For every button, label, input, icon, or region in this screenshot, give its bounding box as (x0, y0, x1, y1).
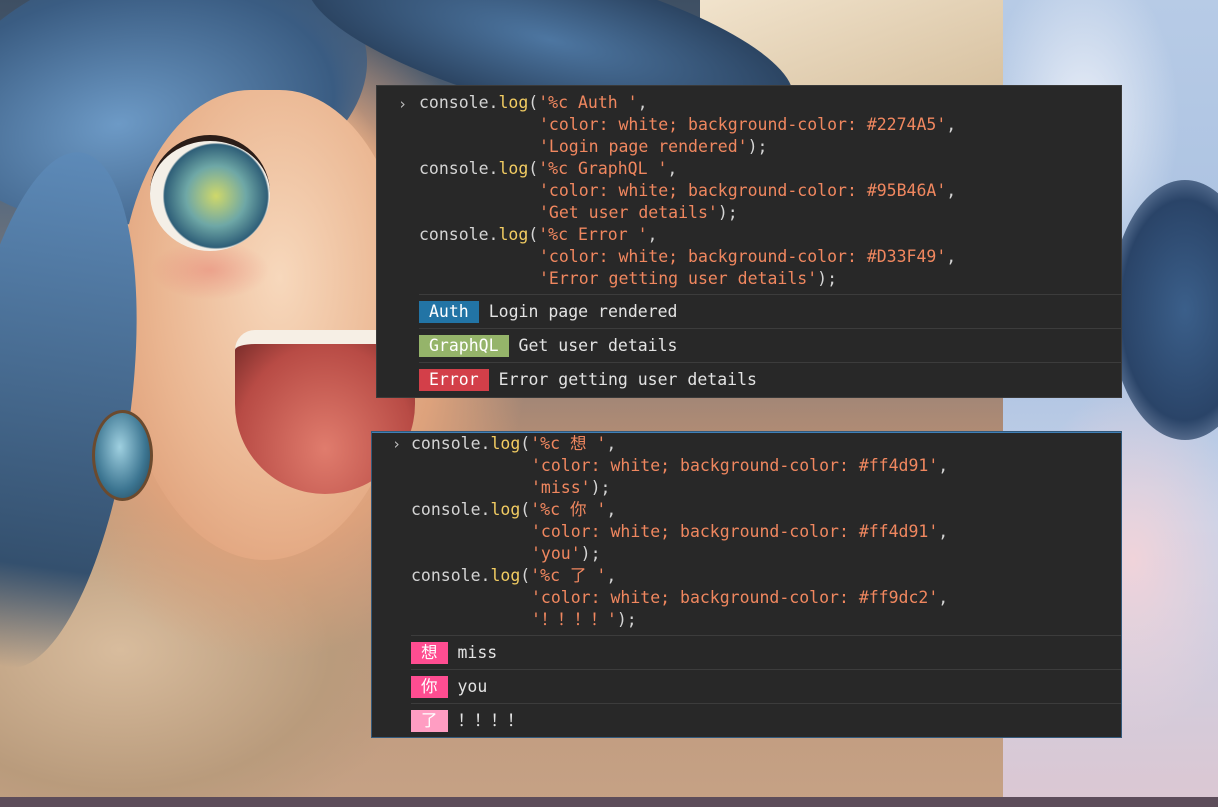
log-message: ！！！！ (457, 710, 524, 730)
log-badge: 你 (411, 675, 448, 698)
code-string: 'color: white; background-color: #ff4d91… (531, 522, 939, 541)
code-line: 'you'); (531, 544, 601, 563)
code-string: '！！！！' (531, 610, 617, 629)
code-function: log (498, 159, 529, 178)
log-message: Get user details (518, 335, 678, 355)
console-log-row[interactable]: 想 miss (411, 635, 1121, 669)
code-line: console.log('%c GraphQL ', (419, 159, 678, 178)
code-line: 'color: white; background-color: #ff9dc2… (531, 588, 949, 607)
code-string: 'color: white; background-color: #ff4d91… (531, 456, 939, 475)
console-input-block[interactable]: › console.log('%c Auth ', 'color: white;… (377, 86, 1121, 294)
log-message: Error getting user details (498, 369, 757, 389)
wallpaper-earring (92, 410, 153, 501)
code-line: 'color: white; background-color: #ff4d91… (531, 456, 949, 475)
code-line: '！！！！'); (531, 610, 637, 629)
console-log-row[interactable]: GraphQL Get user details (419, 328, 1121, 362)
console-input-block[interactable]: › console.log('%c 想 ', 'color: white; ba… (372, 433, 1121, 635)
code-string: '%c GraphQL ' (538, 159, 668, 178)
code-identifier: console. (411, 500, 491, 519)
code-string: '%c Error ' (538, 225, 648, 244)
code-string: 'Error getting user details' (539, 269, 818, 288)
code-line: console.log('%c 你 ', (411, 500, 617, 519)
code-line: console.log('%c 想 ', (411, 434, 617, 453)
log-badge: 想 (411, 641, 448, 664)
code-line: 'color: white; background-color: #ff4d91… (531, 522, 949, 541)
code-line: 'color: white; background-color: #95B46A… (539, 181, 957, 200)
code-string: 'color: white; background-color: #2274A5… (539, 115, 947, 134)
code-function: log (490, 500, 521, 519)
console-log-row[interactable]: 你 you (411, 669, 1121, 703)
code-identifier: console. (419, 225, 499, 244)
code-line: 'Login page rendered'); (539, 137, 768, 156)
code-string: 'you' (531, 544, 581, 563)
chevron-right-icon: › (392, 435, 402, 453)
code-string: 'Login page rendered' (539, 137, 748, 156)
wallpaper-bottom-strip (0, 797, 1218, 807)
code-string: '%c 你 ' (530, 500, 607, 519)
code-line: 'miss'); (531, 478, 611, 497)
log-message: you (457, 676, 488, 696)
code-line: console.log('%c Auth ', (419, 93, 648, 112)
code-string: '%c Auth ' (538, 93, 638, 112)
code-function: log (498, 93, 529, 112)
code-string: 'color: white; background-color: #D33F49… (539, 247, 947, 266)
console-log-row[interactable]: Error Error getting user details (419, 362, 1121, 396)
code-string: '%c 了 ' (530, 566, 607, 585)
code-string: 'color: white; background-color: #95B46A… (539, 181, 947, 200)
log-badge-error: Error (419, 368, 489, 391)
code-line: 'Get user details'); (539, 203, 738, 222)
log-badge-auth: Auth (419, 300, 479, 323)
wallpaper-eye (150, 135, 270, 251)
devtools-console-panel[interactable]: › console.log('%c Auth ', 'color: white;… (377, 86, 1121, 397)
code-identifier: console. (411, 566, 491, 585)
code-line: 'color: white; background-color: #2274A5… (539, 115, 957, 134)
code-line: console.log('%c Error ', (419, 225, 658, 244)
log-badge-graphql: GraphQL (419, 334, 509, 357)
code-function: log (498, 225, 529, 244)
code-line: 'color: white; background-color: #D33F49… (539, 247, 957, 266)
code-identifier: console. (419, 159, 499, 178)
code-function: log (490, 434, 521, 453)
log-message: Login page rendered (488, 301, 678, 321)
log-message: miss (457, 642, 498, 662)
code-identifier: console. (419, 93, 499, 112)
console-log-row[interactable]: 了 ！！！！ (411, 703, 1121, 737)
code-string: 'miss' (531, 478, 591, 497)
code-function: log (490, 566, 521, 585)
code-line: console.log('%c 了 ', (411, 566, 617, 585)
code-string: 'Get user details' (539, 203, 718, 222)
code-identifier: console. (411, 434, 491, 453)
code-string: '%c 想 ' (530, 434, 607, 453)
code-line: 'Error getting user details'); (539, 269, 838, 288)
log-badge: 了 (411, 709, 448, 732)
code-string: 'color: white; background-color: #ff9dc2… (531, 588, 939, 607)
console-log-row[interactable]: Auth Login page rendered (419, 294, 1121, 328)
devtools-console-panel[interactable]: › console.log('%c 想 ', 'color: white; ba… (372, 432, 1121, 737)
chevron-right-icon: › (398, 95, 408, 113)
